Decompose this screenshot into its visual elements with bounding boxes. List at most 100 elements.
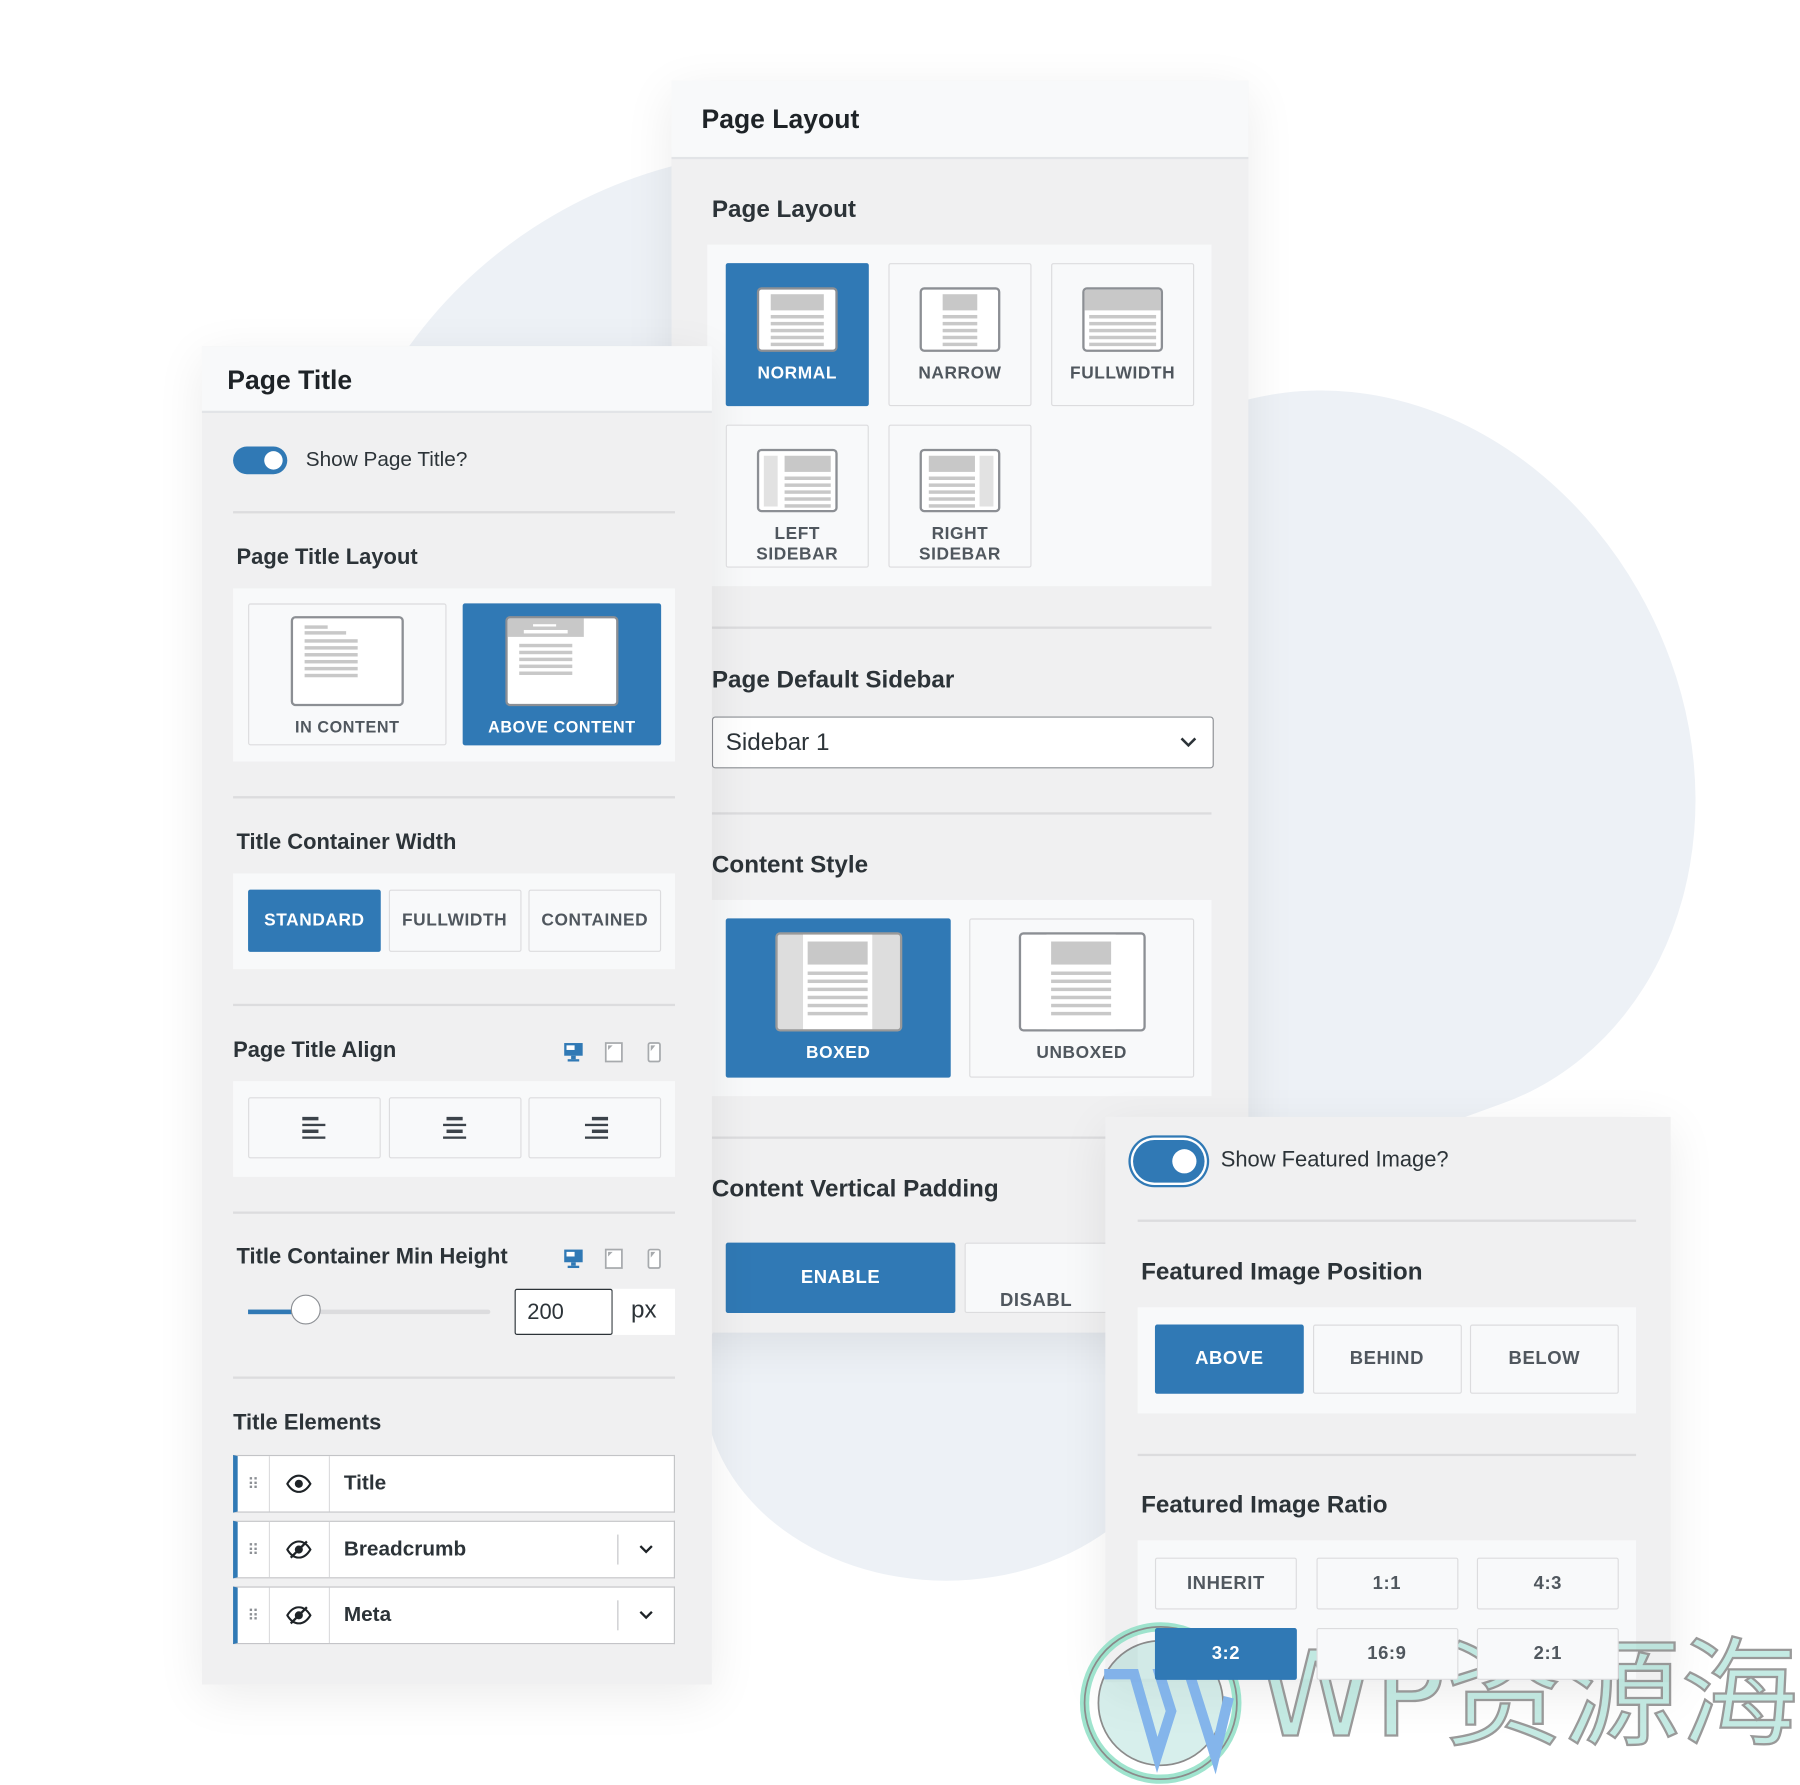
divider — [233, 511, 675, 514]
title-element-row[interactable]: ⠿ Title — [233, 1454, 675, 1513]
content-style-unboxed[interactable]: UNBOXED — [969, 918, 1195, 1078]
button-label: CONTAINED — [541, 909, 649, 930]
show-page-title-toggle[interactable] — [233, 446, 288, 475]
title-width-label: Title Container Width — [236, 830, 457, 855]
featured-ratio-option[interactable]: 2:1 — [1476, 1628, 1619, 1680]
layout-option-narrow[interactable]: NARROW — [888, 263, 1032, 407]
divider — [711, 812, 1212, 815]
title-layout-above-content[interactable]: ABOVE CONTENT — [462, 603, 662, 746]
min-height-input[interactable]: 200 — [514, 1288, 613, 1335]
title-align-label: Page Title Align — [233, 1038, 397, 1063]
align-left-button[interactable] — [248, 1097, 381, 1159]
chevron-down-icon[interactable] — [617, 1534, 674, 1565]
drag-handle-icon[interactable]: ⠿ — [238, 1456, 270, 1512]
title-element-label: Title — [343, 1471, 387, 1495]
title-element-row[interactable]: ⠿ Meta — [233, 1586, 675, 1645]
content-style-boxed[interactable]: BOXED — [725, 918, 951, 1078]
layout-thumbnail-icon — [919, 448, 1001, 512]
padding-label: Content Vertical Padding — [711, 1175, 999, 1203]
panel-title: Page Title — [227, 364, 353, 395]
layout-thumbnail-icon — [505, 616, 619, 707]
padding-enable-button[interactable]: ENABLE — [725, 1242, 956, 1314]
title-layout-in-content[interactable]: IN CONTENT — [248, 603, 447, 746]
button-label: RIGHT SIDEBAR — [918, 523, 1001, 565]
title-width-fullwidth[interactable]: FULLWIDTH — [388, 889, 521, 952]
align-center-icon — [442, 1116, 467, 1139]
featured-ratio-option[interactable]: 4:3 — [1476, 1557, 1619, 1610]
panel-title: Page Layout — [701, 103, 860, 134]
content-style-thumbnail-icon — [1018, 931, 1146, 1032]
title-width-standard[interactable]: STANDARD — [248, 889, 381, 952]
title-width-contained[interactable]: CONTAINED — [528, 889, 662, 952]
panel-header: Page Layout — [671, 80, 1249, 160]
unit-label: px — [612, 1288, 675, 1335]
stage: Page Layout Page Layout Page Default Sid… — [0, 0, 1800, 1784]
divider — [233, 796, 675, 799]
featured-position-below[interactable]: BELOW — [1469, 1324, 1619, 1394]
layout-thumbnail-icon — [1082, 287, 1164, 352]
drag-handle-icon[interactable]: ⠿ — [238, 1521, 270, 1578]
eye-slash-icon[interactable] — [269, 1587, 330, 1644]
button-label: 2:1 — [1533, 1643, 1563, 1664]
featured-position-above[interactable]: ABOVE — [1154, 1324, 1304, 1394]
desktop-icon[interactable] — [563, 1042, 583, 1062]
title-elements-label: Title Elements — [233, 1411, 382, 1436]
button-label: ABOVE — [1195, 1348, 1264, 1369]
button-label: UNBOXED — [1036, 1042, 1127, 1063]
show-featured-image-label: Show Featured Image? — [1220, 1148, 1449, 1173]
layout-option-right[interactable]: RIGHT SIDEBAR — [888, 424, 1032, 568]
featured-position-label: Featured Image Position — [1141, 1258, 1423, 1286]
align-right-button[interactable] — [528, 1097, 662, 1159]
button-label: BELOW — [1508, 1348, 1581, 1369]
align-left-icon — [301, 1116, 327, 1139]
button-label: NORMAL — [757, 363, 837, 384]
button-label: STANDARD — [264, 909, 365, 930]
layout-option-normal[interactable]: NORMAL — [725, 263, 869, 407]
featured-ratio-option[interactable]: 1:1 — [1315, 1557, 1458, 1610]
page-layout-label: Page Layout — [711, 196, 856, 223]
mobile-icon[interactable] — [647, 1248, 665, 1269]
show-page-title-label: Show Page Title? — [305, 447, 468, 471]
button-label: IN CONTENT — [295, 717, 400, 737]
button-label: 1:1 — [1372, 1573, 1402, 1593]
sidebar-select[interactable]: Sidebar 1 — [711, 716, 1214, 769]
button-label: BEHIND — [1349, 1348, 1424, 1369]
layout-thumbnail-icon — [756, 287, 838, 352]
mobile-icon[interactable] — [647, 1042, 665, 1063]
min-height-slider[interactable] — [248, 1294, 491, 1325]
featured-ratio-option[interactable]: 16:9 — [1315, 1628, 1458, 1680]
button-label: INHERIT — [1186, 1573, 1265, 1593]
title-element-row[interactable]: ⠿ Breadcrumb — [233, 1520, 675, 1579]
chevron-down-icon[interactable] — [617, 1600, 674, 1631]
divider — [711, 626, 1212, 629]
show-featured-image-toggle[interactable] — [1133, 1139, 1205, 1183]
desktop-icon[interactable] — [563, 1248, 583, 1269]
sidebar-select-value: Sidebar 1 — [725, 729, 830, 756]
eye-slash-icon[interactable] — [269, 1521, 330, 1578]
drag-handle-icon[interactable]: ⠿ — [238, 1587, 270, 1644]
sidebar-label: Page Default Sidebar — [711, 666, 955, 694]
min-height-label: Title Container Min Height — [236, 1244, 508, 1270]
divider — [1137, 1453, 1637, 1457]
tablet-icon[interactable] — [604, 1248, 623, 1269]
layout-option-left[interactable]: LEFT SIDEBAR — [725, 424, 869, 568]
button-label: FULLWIDTH — [1070, 363, 1176, 384]
content-style-thumbnail-icon — [774, 931, 902, 1032]
tablet-icon[interactable] — [604, 1042, 623, 1063]
align-center-button[interactable] — [388, 1097, 521, 1159]
featured-ratio-option[interactable]: 3:2 — [1154, 1628, 1297, 1680]
featured-ratio-label: Featured Image Ratio — [1141, 1491, 1388, 1519]
align-right-icon — [582, 1116, 608, 1139]
button-label: ABOVE CONTENT — [488, 717, 636, 737]
featured-position-behind[interactable]: BEHIND — [1312, 1324, 1462, 1394]
featured-ratio-option[interactable]: INHERIT — [1154, 1557, 1297, 1610]
layout-thumbnail-icon — [919, 287, 1001, 352]
title-element-label: Meta — [343, 1602, 392, 1626]
panel-header: Page Title — [201, 346, 712, 414]
button-label: 4:3 — [1533, 1573, 1563, 1593]
button-label: 3:2 — [1211, 1643, 1241, 1664]
eye-icon[interactable] — [269, 1456, 330, 1512]
title-layout-label: Page Title Layout — [236, 545, 418, 570]
title-element-label: Breadcrumb — [343, 1536, 467, 1560]
layout-option-fullwidth[interactable]: FULLWIDTH — [1051, 263, 1195, 407]
